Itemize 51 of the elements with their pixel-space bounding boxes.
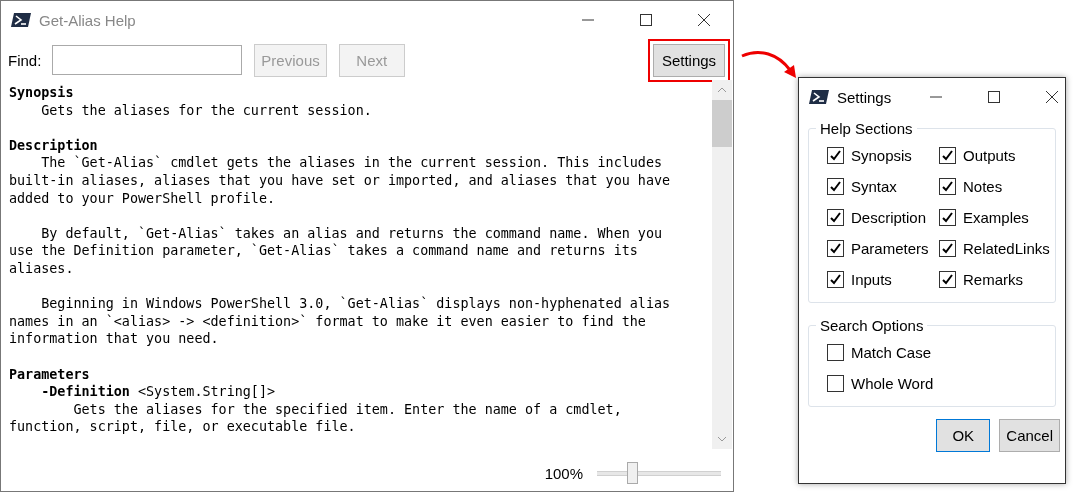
checkbox[interactable] — [827, 375, 844, 392]
checkbox-option[interactable]: Notes — [939, 178, 1051, 195]
scroll-thumb[interactable] — [712, 100, 732, 147]
settings-button[interactable]: Settings — [653, 43, 725, 77]
checkbox[interactable] — [939, 209, 956, 226]
powershell-icon — [11, 12, 31, 28]
close-icon[interactable] — [1044, 89, 1061, 105]
window-title: Settings — [837, 88, 892, 106]
group-title: Help Sections — [819, 120, 914, 137]
checkbox-option[interactable]: Parameters — [827, 240, 939, 257]
cancel-button[interactable]: Cancel — [999, 419, 1060, 452]
checkbox[interactable] — [939, 178, 956, 195]
checkbox[interactable] — [939, 147, 956, 164]
checkbox[interactable] — [827, 271, 844, 288]
paragraph: Beginning in Windows PowerShell 3.0, `Get-Alias` displays non-hyphenated alias names in an `<alias> -> <definition>` format to make it even easier to find the information that you need. — [9, 295, 672, 348]
checkbox-option[interactable]: Match Case — [827, 344, 1055, 361]
paragraph: By default, `Get-Alias` takes an alias and returns the command name. When you use the Definition parameter, `Get-Alias` takes a command name and returns its aliases. — [9, 224, 663, 278]
checkbox-option[interactable]: Description — [827, 209, 939, 226]
checkbox[interactable] — [827, 344, 844, 361]
maximize-icon[interactable] — [986, 89, 1003, 105]
section-heading: Synopsis — [9, 84, 75, 102]
checkbox[interactable] — [827, 147, 844, 164]
maximize-icon[interactable] — [638, 12, 654, 28]
section-heading: Parameters — [9, 365, 91, 384]
scrollbar[interactable] — [712, 80, 732, 449]
powershell-icon — [809, 89, 829, 105]
group-title: Search Options — [819, 317, 925, 334]
checkbox[interactable] — [827, 178, 844, 195]
checkbox[interactable] — [827, 209, 844, 226]
find-label: Find: — [8, 51, 42, 69]
checkbox[interactable] — [939, 240, 956, 257]
checkbox-option[interactable]: Remarks — [939, 271, 1051, 288]
ok-button[interactable]: OK — [936, 419, 991, 452]
checkbox-option[interactable]: RelatedLinks — [939, 240, 1051, 257]
checkbox-option[interactable]: Whole Word — [827, 375, 1055, 392]
checkbox-option[interactable]: Syntax — [827, 178, 939, 195]
checkbox-option[interactable]: Inputs — [827, 271, 939, 288]
checkbox-option[interactable]: Outputs — [939, 147, 1051, 164]
section-heading: Description — [9, 136, 99, 155]
paragraph: The `Get-Alias` cmdlet gets the aliases in the current session. This includes built-in aliases, aliases that you have set or imported, and aliases that you have added to your PowerShell profile. — [9, 154, 672, 208]
zoom-reading: 100% — [544, 464, 583, 482]
paragraph: Gets the aliases for the current session. — [40, 101, 373, 120]
checkbox[interactable] — [939, 271, 956, 288]
checkbox-option[interactable]: Examples — [939, 209, 1051, 226]
checkbox[interactable] — [827, 240, 844, 257]
slider-thumb[interactable] — [626, 462, 638, 484]
checkbox-option[interactable]: Synopsis — [827, 147, 939, 164]
find-field[interactable] — [52, 45, 243, 75]
close-icon[interactable] — [696, 12, 712, 28]
paragraph: -Definition <System.String[]> Gets the aliases for the specified item. Enter the name of a cmdlet, function, script, file, or executable file. — [9, 383, 623, 436]
window-title: Get-Alias Help — [39, 11, 137, 29]
